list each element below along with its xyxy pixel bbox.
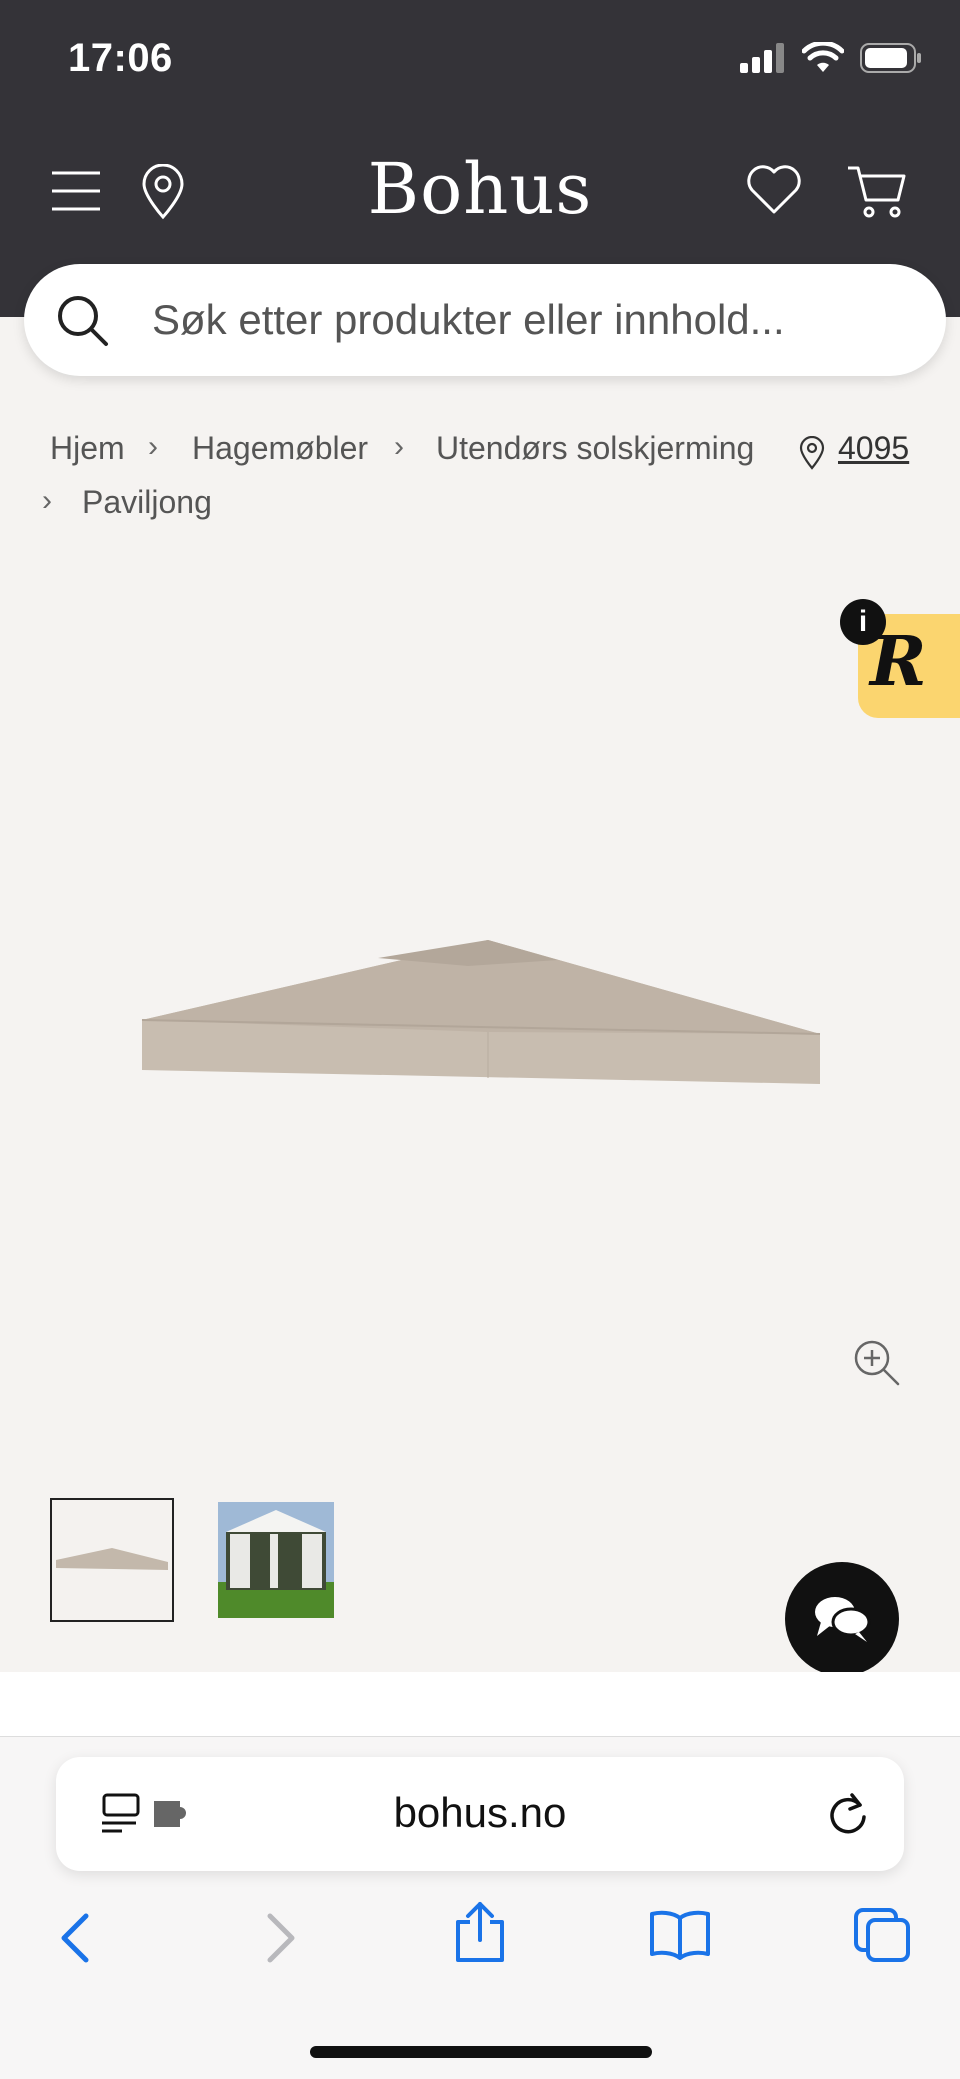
- status-time: 17:06: [68, 36, 173, 80]
- search-input[interactable]: [152, 292, 912, 348]
- battery-icon: [860, 43, 921, 73]
- breadcrumb-home[interactable]: Hjem: [50, 430, 125, 467]
- thumbnail-roof[interactable]: [50, 1498, 174, 1622]
- tabs-icon[interactable]: [852, 1906, 912, 1964]
- page: 17:06 Bohus Søk etter produkter eller in…: [0, 0, 960, 2079]
- wishlist-heart-icon[interactable]: [746, 164, 802, 216]
- search-icon: [58, 296, 108, 346]
- home-indicator[interactable]: [310, 2046, 652, 2058]
- chevron-right-icon: ›: [148, 430, 158, 463]
- thumbnail-pavilion-image: [218, 1502, 334, 1618]
- breadcrumb-pavilion[interactable]: Paviljong: [82, 484, 212, 521]
- breadcrumb-garden-furniture[interactable]: Hagemøbler: [192, 430, 368, 467]
- zoom-in-icon[interactable]: [852, 1338, 902, 1388]
- chat-button[interactable]: [785, 1562, 899, 1676]
- reload-icon[interactable]: [826, 1791, 870, 1837]
- cart-icon[interactable]: [846, 164, 908, 220]
- thumbnail-roof-image: [52, 1500, 172, 1620]
- address-bar[interactable]: bohus.no: [56, 1757, 904, 1871]
- product-image[interactable]: [138, 936, 824, 1086]
- chevron-right-icon: ›: [42, 484, 52, 517]
- wifi-icon: [802, 42, 844, 72]
- share-icon[interactable]: [452, 1900, 508, 1964]
- status-icons: [740, 42, 922, 74]
- chat-bubbles-icon: [815, 1597, 871, 1642]
- forward-arrow-icon: [267, 1913, 295, 1963]
- store-number-link[interactable]: 4095: [838, 430, 909, 467]
- breadcrumb-outdoor-shading[interactable]: Utendørs solskjerming: [436, 430, 754, 467]
- search-bar[interactable]: [24, 264, 946, 376]
- signal-icon: [740, 43, 784, 73]
- content-section-top: [0, 1672, 960, 1742]
- store-location-icon: [799, 436, 825, 470]
- url-text[interactable]: bohus.no: [56, 1789, 904, 1837]
- back-arrow-icon[interactable]: [56, 1912, 92, 1964]
- info-icon[interactable]: i: [840, 599, 886, 645]
- bookmarks-icon[interactable]: [648, 1908, 712, 1960]
- chevron-right-icon: ›: [394, 430, 404, 463]
- thumbnail-pavilion[interactable]: [218, 1502, 334, 1618]
- brand-logo[interactable]: Bohus: [0, 148, 960, 230]
